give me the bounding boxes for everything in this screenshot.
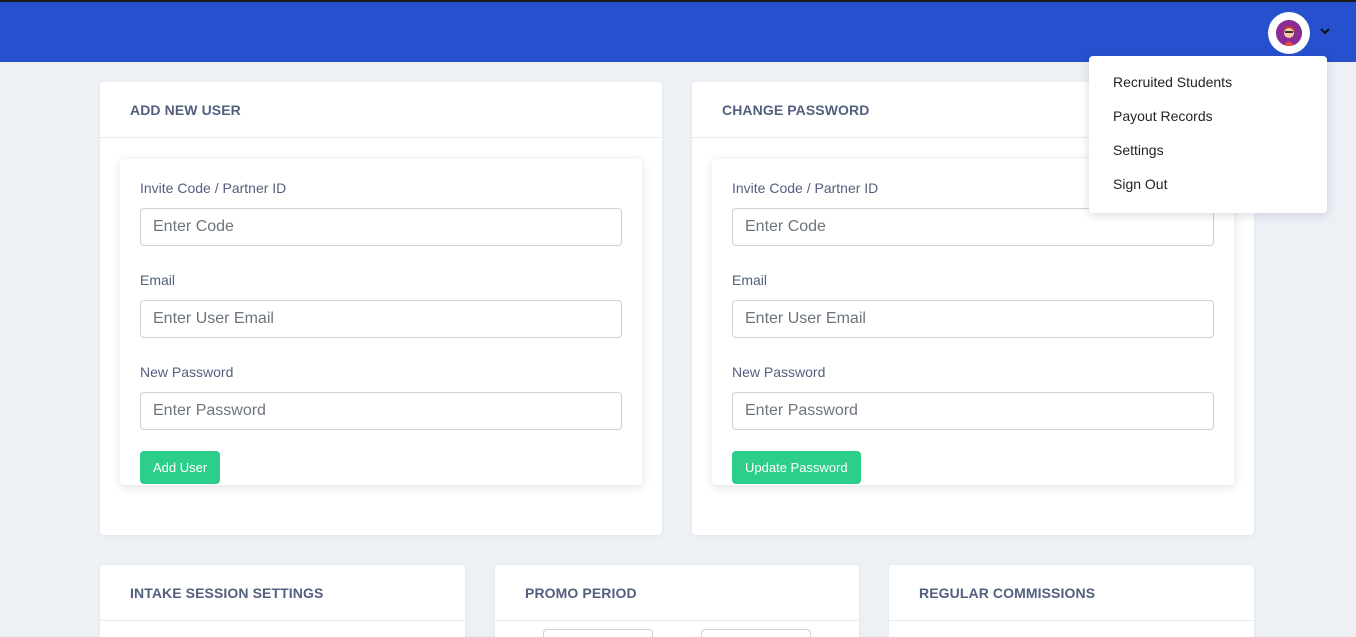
chevron-down-icon[interactable] [1318,24,1332,38]
promo-period-card: PROMO PERIOD [495,565,859,637]
email-input[interactable] [732,300,1214,338]
promo-end-field[interactable] [701,629,811,637]
invite-code-input[interactable] [732,208,1214,246]
new-password-input[interactable] [732,392,1214,430]
menu-item-payout-records[interactable]: Payout Records [1089,104,1327,138]
menu-item-settings[interactable]: Settings [1089,138,1327,172]
add-user-card: ADD NEW USER Invite Code / Partner ID Em… [100,82,662,535]
add-user-form: Invite Code / Partner ID Email New Passw… [120,159,642,485]
email-label: Email [140,272,176,288]
new-password-label: New Password [140,364,234,380]
email-label: Email [732,272,768,288]
new-password-label: New Password [732,364,826,380]
top-navbar [0,0,1356,62]
regular-commissions-card: REGULAR COMMISSIONS [889,565,1254,637]
invite-code-input[interactable] [140,208,622,246]
intake-session-card: INTAKE SESSION SETTINGS [100,565,465,637]
user-menu-dropdown: Recruited Students Payout Records Settin… [1089,56,1327,213]
promo-start-field[interactable] [543,629,653,637]
new-password-input[interactable] [140,392,622,430]
regular-commissions-title: REGULAR COMMISSIONS [889,565,1254,621]
add-user-title: ADD NEW USER [100,82,662,138]
user-avatar-icon [1276,20,1302,46]
update-password-button[interactable]: Update Password [732,451,861,484]
email-input[interactable] [140,300,622,338]
add-user-button[interactable]: Add User [140,451,221,484]
menu-item-sign-out[interactable]: Sign Out [1089,172,1327,206]
menu-item-recruited-students[interactable]: Recruited Students [1089,70,1327,104]
intake-session-title: INTAKE SESSION SETTINGS [100,565,465,621]
invite-code-label: Invite Code / Partner ID [140,180,287,196]
promo-period-title: PROMO PERIOD [495,565,859,621]
user-avatar-button[interactable] [1268,12,1310,54]
